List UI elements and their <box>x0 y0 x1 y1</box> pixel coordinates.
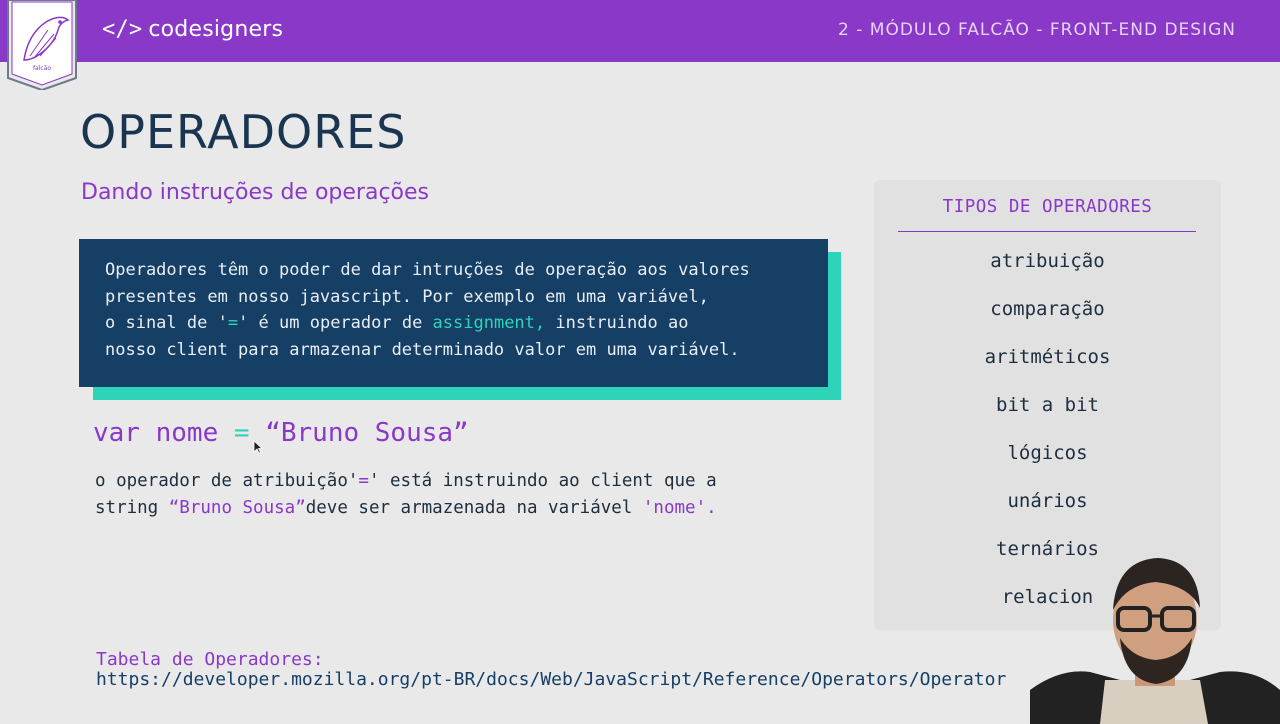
code-left: var nome <box>93 418 234 448</box>
desc-text: o operador de atribuição' <box>95 471 359 491</box>
list-item: atribuição <box>990 250 1105 272</box>
list-item: unários <box>1007 490 1088 512</box>
box-line: Operadores têm o poder de dar intruções … <box>105 260 750 280</box>
reference-label: Tabela de Operadores: <box>96 649 324 670</box>
reference-block: Tabela de Operadores: https://developer.… <box>96 650 1006 690</box>
equals-sign: = <box>227 313 239 333</box>
panel-divider <box>898 231 1196 232</box>
brand-logo: </> codesigners <box>102 17 283 42</box>
box-text: ' é um operador de <box>238 313 433 333</box>
reference-link[interactable]: https://developer.mozilla.org/pt-BR/docs… <box>96 670 1006 690</box>
code-example: var nome = “Bruno Sousa” <box>93 418 469 448</box>
list-item: lógicos <box>1007 442 1088 464</box>
brand-name: codesigners <box>148 17 284 42</box>
box-line: presentes em nosso javascript. Por exemp… <box>105 286 709 307</box>
list-item: comparação <box>990 298 1105 320</box>
box-line: o sinal de '=' é um operador de assignme… <box>105 310 828 337</box>
desc-line: string “Bruno Sousa”deve ser armazenada … <box>95 495 835 522</box>
slide-subtitle: Dando instruções de operações <box>81 180 429 205</box>
top-bar: falcão </> codesigners 2 - MÓDULO FALCÃO… <box>0 0 1280 90</box>
mouse-cursor-icon <box>253 440 263 454</box>
assignment-term: assignment, <box>432 313 546 333</box>
svg-text:falcão: falcão <box>33 65 51 72</box>
desc-text: ' está instruindo ao client que a <box>368 471 717 491</box>
box-text: instruindo ao <box>545 313 689 333</box>
code-operator: = <box>233 418 250 448</box>
module-title: 2 - MÓDULO FALCÃO - FRONT-END DESIGN <box>838 20 1236 40</box>
desc-string: “Bruno Sousa” <box>168 498 306 518</box>
desc-text: string <box>95 498 169 518</box>
code-right: “Bruno Sousa” <box>249 418 469 448</box>
desc-varname: 'nome'. <box>642 498 717 518</box>
code-description: o operador de atribuição'=' está instrui… <box>95 468 835 522</box>
desc-equals: = <box>358 471 369 491</box>
desc-line: o operador de atribuição'=' está instrui… <box>95 468 835 495</box>
falcon-logo-icon: falcão <box>7 0 77 90</box>
panel-title: TIPOS DE OPERADORES <box>942 197 1153 217</box>
list-item: bit a bit <box>996 394 1099 416</box>
presenter-webcam <box>1030 558 1280 724</box>
code-brackets-icon: </> <box>102 17 143 42</box>
slide-title: OPERADORES <box>80 105 407 159</box>
explanation-box: Operadores têm o poder de dar intruções … <box>79 239 828 387</box>
list-item: aritméticos <box>984 346 1111 368</box>
box-line: nosso client para armazenar determinado … <box>105 339 740 360</box>
box-text: o sinal de ' <box>105 313 228 333</box>
desc-text: deve ser armazenada na variável <box>305 498 643 518</box>
